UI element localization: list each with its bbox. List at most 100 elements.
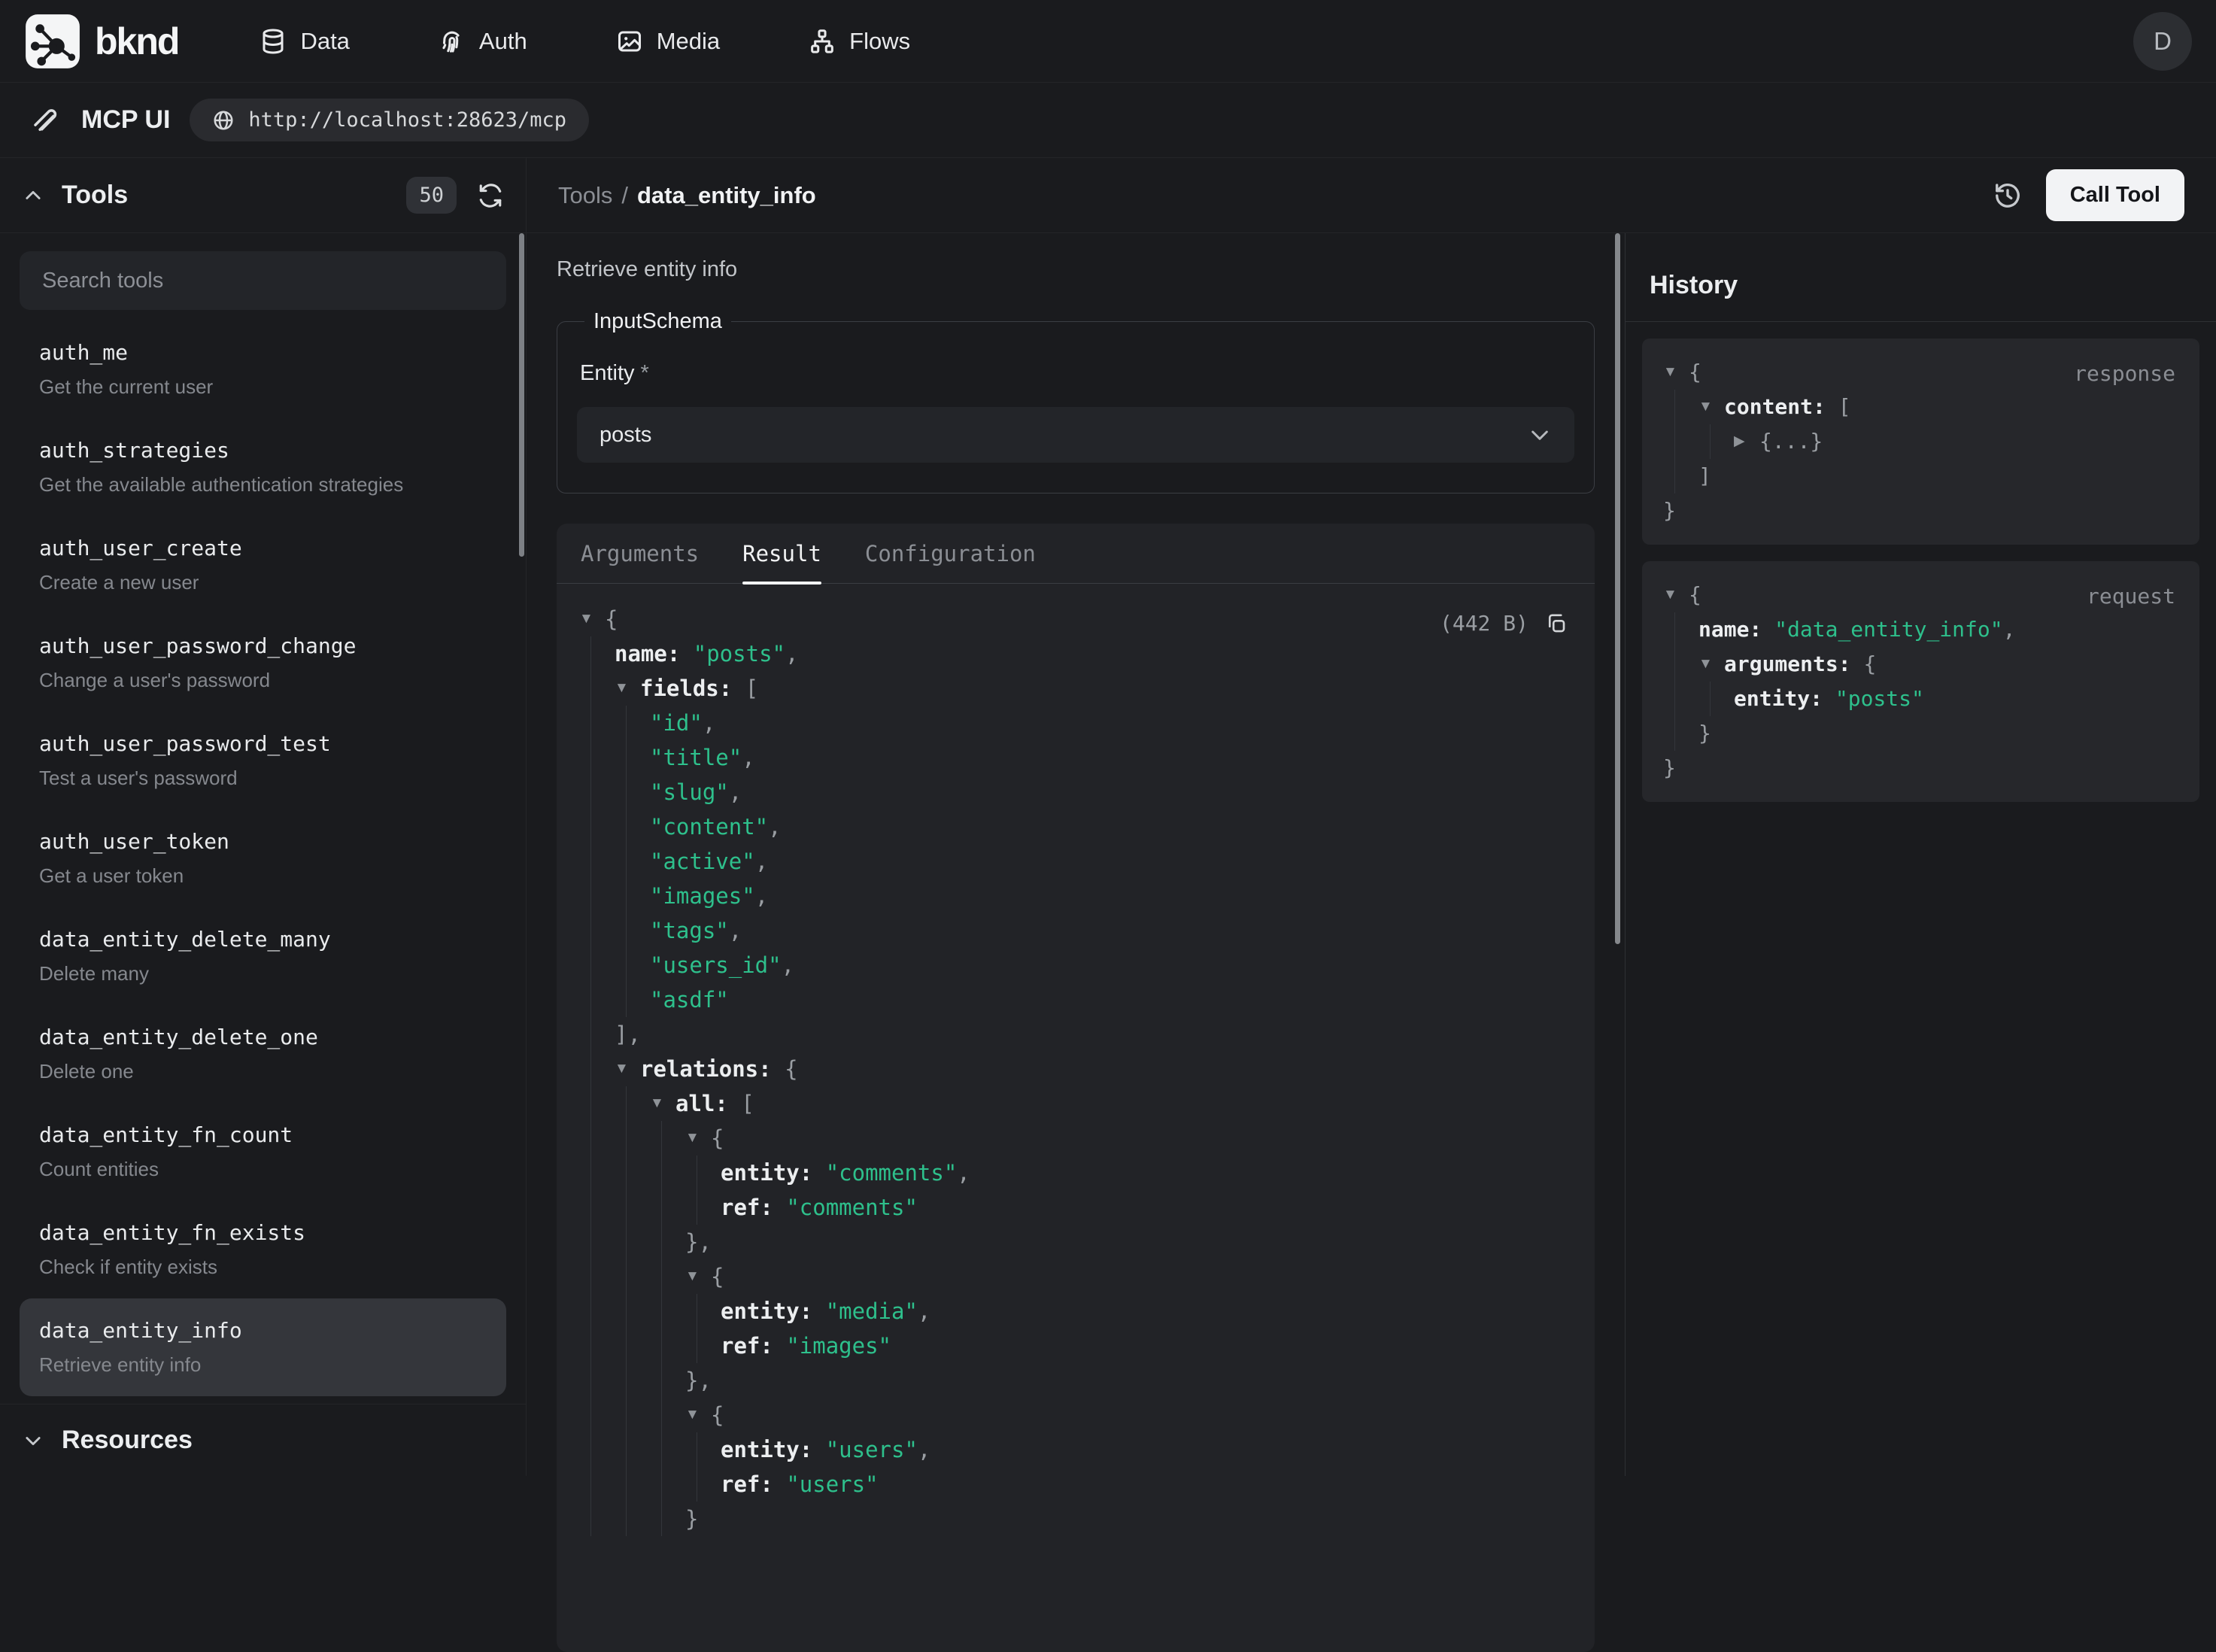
chevron-down-icon: [1528, 423, 1552, 447]
tab-result[interactable]: Result: [742, 524, 821, 583]
entity-field-label: Entity*: [580, 361, 1574, 386]
tool-description: Test a user's password: [39, 766, 487, 790]
json-line: "tags",: [579, 913, 1572, 948]
breadcrumb-root[interactable]: Tools: [558, 182, 612, 208]
history-entry-label: response: [2074, 357, 2175, 391]
call-tool-button[interactable]: Call Tool: [2046, 169, 2184, 221]
json-line: "active",: [579, 844, 1572, 879]
json-line: ▼{: [579, 602, 1572, 636]
nav-item-media[interactable]: Media: [616, 28, 720, 55]
chevron-up-icon[interactable]: [23, 185, 44, 206]
copy-icon[interactable]: [1545, 612, 1568, 635]
input-schema-legend: InputSchema: [584, 309, 731, 334]
image-icon: [616, 28, 643, 55]
collapse-arrow-icon[interactable]: ▼: [685, 1398, 711, 1432]
json-line: entity: "media",: [579, 1294, 1572, 1329]
collapse-arrow-icon[interactable]: ▼: [650, 1086, 675, 1121]
tab-bar: Arguments Result Configuration: [557, 524, 1595, 584]
tool-description: Delete many: [39, 961, 487, 985]
tool-list-item-data_entity_fn_exists[interactable]: data_entity_fn_existsCheck if entity exi…: [20, 1201, 506, 1298]
search-input[interactable]: [41, 268, 485, 294]
tab-arguments[interactable]: Arguments: [581, 524, 699, 583]
json-line: ▼relations: {: [579, 1052, 1572, 1086]
tool-name: auth_user_create: [39, 536, 487, 561]
history-card-response[interactable]: response▼{▼content: [▶{...}]}: [1642, 339, 2199, 545]
json-line: }: [1663, 716, 2178, 751]
json-line: ▼content: [: [1663, 390, 2178, 424]
json-line: "title",: [579, 740, 1572, 775]
collapse-arrow-icon[interactable]: ▼: [1698, 647, 1724, 682]
collapse-arrow-icon[interactable]: ▼: [1663, 355, 1689, 390]
tools-section-header[interactable]: Tools 50: [0, 158, 526, 233]
tool-list-item-auth_user_create[interactable]: auth_user_createCreate a new user: [20, 516, 506, 614]
tool-name: auth_user_password_test: [39, 731, 487, 757]
tool-description: Delete one: [39, 1059, 487, 1083]
json-line: ]: [1663, 459, 2178, 493]
json-line: },: [579, 1363, 1572, 1398]
json-line: },: [579, 1225, 1572, 1259]
collapse-arrow-icon[interactable]: ▼: [615, 1052, 640, 1086]
history-icon[interactable]: [1993, 181, 2022, 210]
tool-description: Get a user token: [39, 864, 487, 888]
tool-list-item-auth_strategies[interactable]: auth_strategiesGet the available authent…: [20, 418, 506, 516]
nav-item-flows[interactable]: Flows: [809, 28, 910, 55]
nav-item-auth[interactable]: Auth: [439, 28, 527, 55]
collapse-arrow-icon[interactable]: ▼: [579, 602, 605, 636]
tools-count-badge: 50: [406, 177, 457, 214]
json-line: ref: "images": [579, 1329, 1572, 1363]
tool-list-item-auth_user_password_test[interactable]: auth_user_password_test Test a user's pas…: [20, 712, 506, 809]
tool-list-item-data_entity_info[interactable]: data_entity_infoRetrieve entity info: [20, 1298, 506, 1396]
entity-select[interactable]: posts: [577, 407, 1574, 463]
history-title: History: [1650, 271, 1738, 300]
tool-list-item-auth_user_token[interactable]: auth_user_tokenGet a user token: [20, 809, 506, 907]
tab-configuration[interactable]: Configuration: [865, 524, 1036, 583]
collapse-arrow-icon[interactable]: ▼: [685, 1121, 711, 1155]
tool-list-item-data_entity_delete_one[interactable]: data_entity_delete_one Delete one: [20, 1005, 506, 1103]
tool-list-item-data_entity_fn_count[interactable]: data_entity_fn_countCount entities: [20, 1103, 506, 1201]
tool-workarea: Retrieve entity info InputSchema Entity*…: [527, 233, 1625, 1476]
json-line: ▼arguments: {: [1663, 647, 2178, 682]
main-scrollbar[interactable]: [1615, 233, 1620, 944]
chevron-down-icon[interactable]: [23, 1430, 44, 1451]
tool-list-item-auth_me[interactable]: auth_me Get the current user: [20, 320, 506, 418]
history-entries: response▼{▼content: [▶{...}]}request▼{na…: [1626, 322, 2216, 818]
user-avatar[interactable]: D: [2133, 12, 2192, 71]
nav-item-data[interactable]: Data: [260, 28, 349, 55]
brand[interactable]: bknd: [24, 13, 178, 70]
tool-name: auth_me: [39, 340, 487, 366]
json-line: ref: "comments": [579, 1190, 1572, 1225]
resources-section-header[interactable]: Resources: [0, 1404, 526, 1476]
json-line: }: [579, 1502, 1572, 1536]
collapse-arrow-icon[interactable]: ▼: [615, 671, 640, 706]
fingerprint-icon: [439, 28, 466, 55]
tool-description: Count entities: [39, 1157, 487, 1181]
collapse-arrow-icon[interactable]: ▼: [685, 1259, 711, 1294]
tools-search-box[interactable]: [20, 251, 506, 310]
mcp-subheader: MCP UI http://localhost:28623/mcp: [0, 83, 2216, 158]
tool-name: data_entity_delete_one: [39, 1025, 487, 1050]
history-card-request[interactable]: request▼{name: "data_entity_info",▼argum…: [1642, 561, 2199, 802]
json-line: "users_id",: [579, 948, 1572, 982]
collapse-arrow-icon[interactable]: ▼: [1698, 390, 1724, 424]
collapse-arrow-icon[interactable]: ▼: [1663, 578, 1689, 612]
result-size: (442 B): [1440, 606, 1528, 641]
json-line: ],: [579, 1017, 1572, 1052]
expand-arrow-icon[interactable]: ▶: [1734, 424, 1759, 459]
top-nav-bar: bknd Data Auth Media Flows D: [0, 0, 2216, 83]
main-nav: Data Auth Media Flows: [260, 28, 910, 55]
tool-name: auth_user_password_change: [39, 633, 487, 659]
json-line: }: [1663, 493, 2178, 528]
json-line: ▼{: [579, 1398, 1572, 1432]
server-url-pill[interactable]: http://localhost:28623/mcp: [190, 99, 589, 141]
history-entry-label: request: [2087, 579, 2175, 614]
required-mark: *: [641, 361, 649, 385]
json-line: "id",: [579, 706, 1572, 740]
json-line: ▼{: [579, 1121, 1572, 1155]
json-line: "slug",: [579, 775, 1572, 809]
tool-list-item-data_entity_delete_many[interactable]: data_entity_delete_manyDelete many: [20, 907, 506, 1005]
sidebar-scrollbar[interactable]: [519, 233, 524, 557]
tool-description: Get the current user: [39, 375, 487, 399]
refresh-icon[interactable]: [478, 183, 503, 208]
tool-list-item-auth_user_password_change[interactable]: auth_user_password_changeChange a user's…: [20, 614, 506, 712]
breadcrumb: Tools/data_entity_info: [558, 182, 816, 209]
